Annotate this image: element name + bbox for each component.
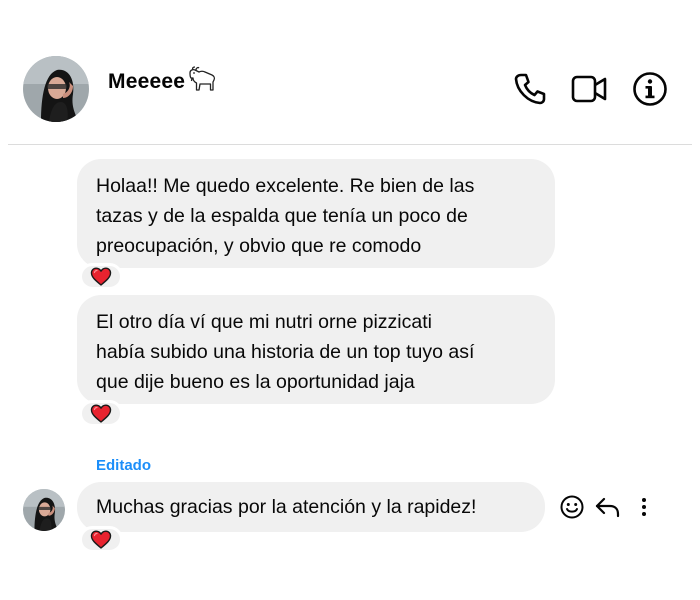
red-heart-icon xyxy=(90,267,112,286)
contact-name-text: Meeeee xyxy=(108,70,186,93)
red-heart-icon xyxy=(90,530,112,549)
phone-icon[interactable] xyxy=(511,70,549,108)
message-line: preocupación, y obvio que re comodo xyxy=(96,235,422,257)
message-line: Muchas gracias por la atención y la rapi… xyxy=(96,496,477,518)
message-bubble[interactable]: Muchas gracias por la atención y la rapi… xyxy=(77,482,545,532)
message-line: tazas y de la espalda que tenía un poco … xyxy=(96,205,468,227)
contact-name[interactable]: Meeeee xyxy=(108,66,217,98)
red-heart-icon xyxy=(90,404,112,423)
message-bubble[interactable]: Holaa!! Me quedo excelente. Re bien de l… xyxy=(77,159,555,268)
sender-avatar[interactable] xyxy=(23,489,65,531)
reply-icon[interactable] xyxy=(593,492,623,522)
heart-reaction[interactable] xyxy=(79,263,123,290)
message-line: El otro día ví que mi nutri orne pizzica… xyxy=(96,311,432,333)
heart-reaction[interactable] xyxy=(79,400,123,427)
message-line: que dije bueno es la oportunidad jaja xyxy=(96,371,415,393)
heart-reaction[interactable] xyxy=(79,526,123,553)
more-vertical-icon[interactable] xyxy=(629,492,659,522)
edited-label: Editado xyxy=(96,457,151,474)
conversation-header: Meeeee xyxy=(0,0,700,145)
video-camera-icon[interactable] xyxy=(570,70,608,108)
message-line: Holaa!! Me quedo excelente. Re bien de l… xyxy=(96,175,475,197)
message-bubble[interactable]: El otro día ví que mi nutri orne pizzica… xyxy=(77,295,555,404)
message-line: había subido una historia de un top tuyo… xyxy=(96,341,475,363)
smiley-icon[interactable] xyxy=(557,492,587,522)
goat-emoji-icon xyxy=(187,66,217,98)
contact-avatar[interactable] xyxy=(23,56,89,122)
header-divider xyxy=(8,144,692,145)
info-icon[interactable] xyxy=(631,70,669,108)
